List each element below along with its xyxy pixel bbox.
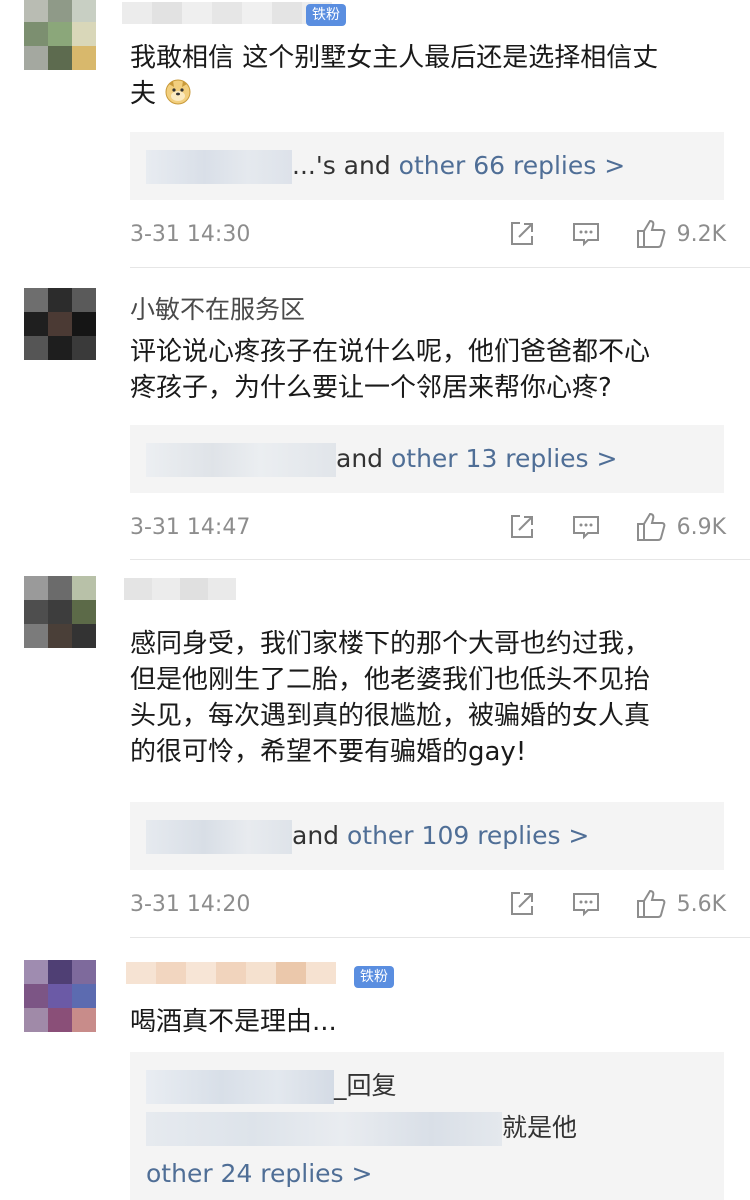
comment-icon <box>572 516 599 540</box>
doge-emoji-icon <box>165 79 191 105</box>
comment-actions: 5.6K <box>473 888 726 920</box>
view-replies-link[interactable]: other 66 replies > <box>399 151 625 180</box>
share-button[interactable] <box>507 512 537 542</box>
comment-item: 小敏不在服务区 评论说心疼孩子在说什么呢，他们爸爸都不心 疼孩子，为什么要让一个… <box>0 268 750 560</box>
comment-text: 喝酒真不是理由... <box>130 1007 337 1037</box>
share-button[interactable] <box>507 219 537 249</box>
comment-item: 铁粉 喝酒真不是理由... _回复 就是他 other 24 replies > <box>0 938 750 1200</box>
username-blurred[interactable] <box>124 578 236 600</box>
comment-text: 评论说心疼孩子在说什么呢，他们爸爸都不心 疼孩子，为什么要让一个邻居来帮你心疼? <box>130 337 651 403</box>
thumbs-up-icon <box>636 889 665 918</box>
share-icon <box>510 222 533 245</box>
reply-preview[interactable]: and other 13 replies > <box>130 425 724 493</box>
share-icon <box>510 515 533 538</box>
blurred-replier-name <box>146 443 336 477</box>
timestamp: 3-31 14:20 <box>130 892 251 917</box>
avatar[interactable] <box>24 576 96 648</box>
share-button[interactable] <box>507 889 537 919</box>
comment-text: 感同身受，我们家楼下的那个大哥也约过我， 但是他刚生了二胎，他老婆我们也低头不见… <box>130 629 651 767</box>
comment-feed: 铁粉 我敢相信 这个别墅女主人最后还是选择相信丈 夫 ...'s and oth… <box>0 0 750 1200</box>
like-button[interactable]: 5.6K <box>635 888 726 920</box>
like-count: 6.9K <box>676 514 726 540</box>
blurred-replier-name <box>146 150 292 184</box>
view-replies-link[interactable]: other 24 replies > <box>146 1159 372 1188</box>
comment-text: 我敢相信 这个别墅女主人最后还是选择相信丈 夫 <box>130 43 659 109</box>
like-count: 5.6K <box>676 891 726 917</box>
avatar[interactable] <box>24 0 96 70</box>
comment-item: 铁粉 我敢相信 这个别墅女主人最后还是选择相信丈 夫 ...'s and oth… <box>0 0 750 268</box>
reply-preview[interactable]: and other 109 replies > <box>130 802 724 870</box>
like-button[interactable]: 6.9K <box>635 511 726 543</box>
username-blurred[interactable] <box>126 962 336 984</box>
like-count: 9.2K <box>676 221 726 247</box>
username-blurred[interactable] <box>122 2 332 24</box>
comment-icon <box>572 893 599 917</box>
blurred-replier-name <box>146 820 292 854</box>
username[interactable]: 小敏不在服务区 <box>130 290 305 326</box>
comment-button[interactable] <box>571 219 601 249</box>
blurred-reply-text <box>146 1112 502 1146</box>
thumbs-up-icon <box>636 512 665 541</box>
like-button[interactable]: 9.2K <box>635 218 726 250</box>
timestamp: 3-31 14:30 <box>130 222 251 247</box>
reply-preview[interactable]: ...'s and other 66 replies > <box>130 132 724 200</box>
comment-icon <box>572 223 599 247</box>
blurred-replier-name <box>146 1070 334 1104</box>
fan-badge: 铁粉 <box>306 4 346 26</box>
comment-actions: 9.2K <box>473 218 726 250</box>
avatar[interactable] <box>24 288 96 360</box>
reply-preview[interactable]: _回复 就是他 other 24 replies > <box>130 1052 724 1200</box>
avatar[interactable] <box>24 960 96 1032</box>
comment-actions: 6.9K <box>473 511 726 543</box>
timestamp: 3-31 14:47 <box>130 515 251 540</box>
comment-button[interactable] <box>571 512 601 542</box>
comment-item: 感同身受，我们家楼下的那个大哥也约过我， 但是他刚生了二胎，他老婆我们也低头不见… <box>0 560 750 938</box>
comment-button[interactable] <box>571 889 601 919</box>
view-replies-link[interactable]: other 13 replies > <box>391 444 617 473</box>
fan-badge: 铁粉 <box>354 966 394 988</box>
share-icon <box>510 892 533 915</box>
thumbs-up-icon <box>636 219 665 248</box>
view-replies-link[interactable]: other 109 replies > <box>347 821 589 850</box>
